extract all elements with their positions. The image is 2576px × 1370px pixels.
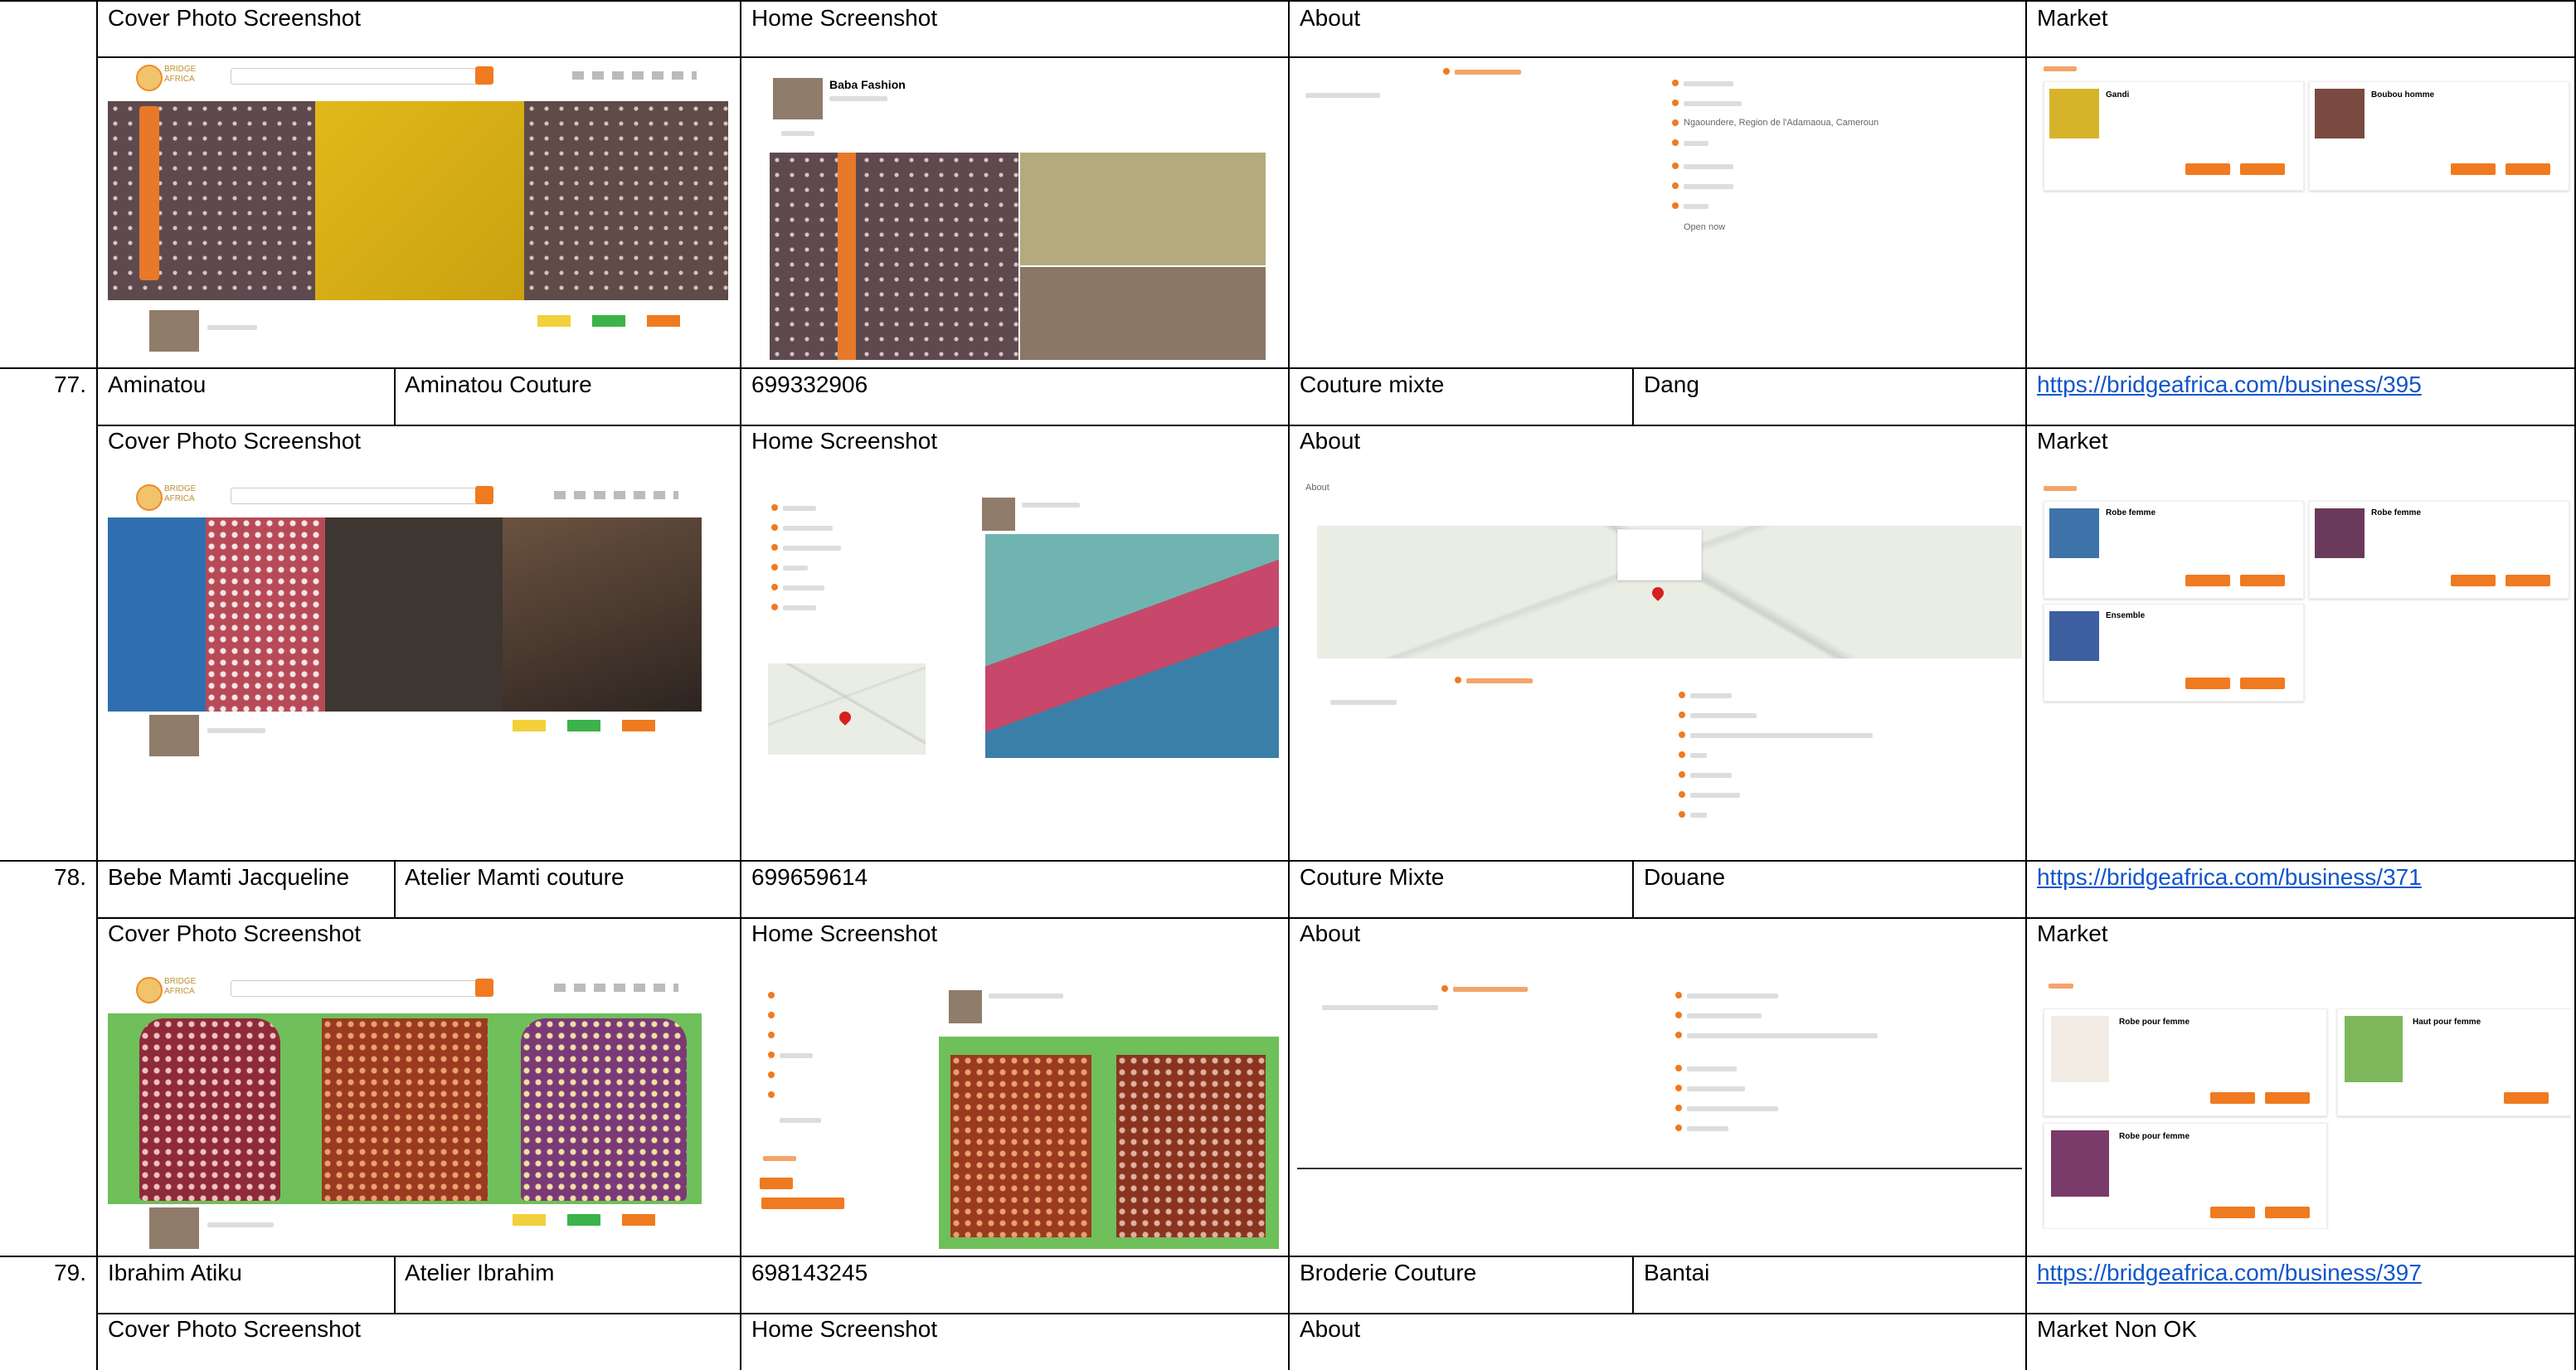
market-button[interactable] [2506,575,2550,586]
market-item-title: Robe pour femme [2119,1018,2190,1027]
market-button[interactable] [2504,1092,2549,1104]
market-button[interactable] [2265,1092,2310,1104]
cover-screenshot-label: Cover Photo Screenshot [108,428,362,454]
about-label: About [1300,5,1361,31]
bridge-africa-logo-icon [136,977,163,1003]
market-item-title: Haut pour femme [2413,1018,2481,1027]
market-label: Market [2037,921,2108,946]
open-now: Open now [1684,222,1726,232]
owner-name: Aminatou [108,372,207,397]
about-screenshot: About [1297,479,2022,854]
category: Broderie Couture [1300,1260,1477,1285]
market-item-title: Robe pour femme [2119,1132,2190,1141]
location: Bantai [1644,1260,1710,1285]
business-name: Atelier Ibrahim [405,1260,555,1285]
business-link[interactable]: https://bridgeafrica.com/business/395 [2037,370,2422,400]
business-name: Atelier Mamti couture [405,864,625,890]
phone-number: 699659614 [751,864,868,890]
market-button[interactable] [2185,163,2230,175]
market-button[interactable] [2210,1207,2255,1218]
search-icon [475,486,493,504]
market-button[interactable] [2240,575,2285,586]
cover-screenshot-label: Cover Photo Screenshot [108,1316,362,1342]
market-item-title: Robe femme [2106,508,2156,517]
market-button[interactable] [2185,678,2230,689]
home-screenshot-label: Home Screenshot [751,1316,938,1342]
about-label: About [1300,921,1361,946]
business-link[interactable]: https://bridgeafrica.com/business/371 [2037,862,2422,892]
about-screenshot [1297,972,2022,1221]
about-screenshot: Ngaoundere, Region de l'Adamaoua, Camero… [1297,60,2019,363]
market-item-title: Robe femme [2371,508,2422,517]
market-button[interactable] [2240,163,2285,175]
market-item-title: Ensemble [2106,611,2146,620]
business-name: Aminatou Couture [405,372,592,397]
market-button[interactable] [2240,678,2285,689]
profile-name: Baba Fashion [829,78,906,91]
category: Couture Mixte [1300,864,1445,890]
about-label: About [1300,428,1361,454]
market-label: Market [2037,5,2108,31]
market-label: Market [2037,428,2108,454]
about-address: Ngaoundere, Region de l'Adamaoua, Camero… [1684,118,1879,128]
bridge-africa-logo-icon [136,65,163,91]
market-button[interactable] [2451,575,2496,586]
market-non-ok-label: Market Non OK [2037,1316,2197,1342]
market-button[interactable] [2210,1092,2255,1104]
location: Douane [1644,864,1726,890]
search-icon [475,66,493,85]
market-button[interactable] [2265,1207,2310,1218]
home-screenshot-label: Home Screenshot [751,5,938,31]
market-button[interactable] [2451,163,2496,175]
cover-screenshot-label: Cover Photo Screenshot [108,921,362,946]
market-item-title: Boubou homme [2371,90,2435,100]
row-number: 77. [54,372,86,397]
action-button[interactable] [761,1198,844,1209]
cover-photo-screenshot: BRIDGE AFRICA [106,972,712,1252]
cover-screenshot-label: Cover Photo Screenshot [108,5,362,31]
market-screenshot: Robe pour femme Haut pour femme Robe pou… [2035,972,2571,1229]
cover-photo-screenshot: BRIDGE AFRICA [106,60,730,358]
category: Couture mixte [1300,372,1445,397]
home-screenshot: Baba Fashion [748,60,1279,363]
market-button[interactable] [2506,163,2550,175]
bridge-africa-logo-icon [136,484,163,511]
row-number: 79. [54,1260,86,1285]
home-screenshot-label: Home Screenshot [751,921,938,946]
about-header: About [1305,483,1329,493]
market-item-title: Gandi [2106,90,2130,100]
market-screenshot: Robe femme Robe femme Ensemble [2035,479,2571,728]
location: Dang [1644,372,1699,397]
owner-name: Ibrahim Atiku [108,1260,242,1285]
home-screenshot [751,972,1282,1251]
business-link[interactable]: https://bridgeafrica.com/business/397 [2037,1258,2422,1288]
tab-button[interactable] [760,1178,793,1189]
home-screenshot [751,479,1282,761]
row-number: 78. [54,864,86,890]
cover-photo-screenshot: BRIDGE AFRICA [106,479,712,761]
phone-number: 698143245 [751,1260,868,1285]
about-label: About [1300,1316,1361,1342]
market-screenshot: Gandi Boubou homme [2035,60,2571,363]
market-button[interactable] [2185,575,2230,586]
phone-number: 699332906 [751,372,868,397]
owner-name: Bebe Mamti Jacqueline [108,864,350,890]
home-screenshot-label: Home Screenshot [751,428,938,454]
search-icon [475,979,493,997]
